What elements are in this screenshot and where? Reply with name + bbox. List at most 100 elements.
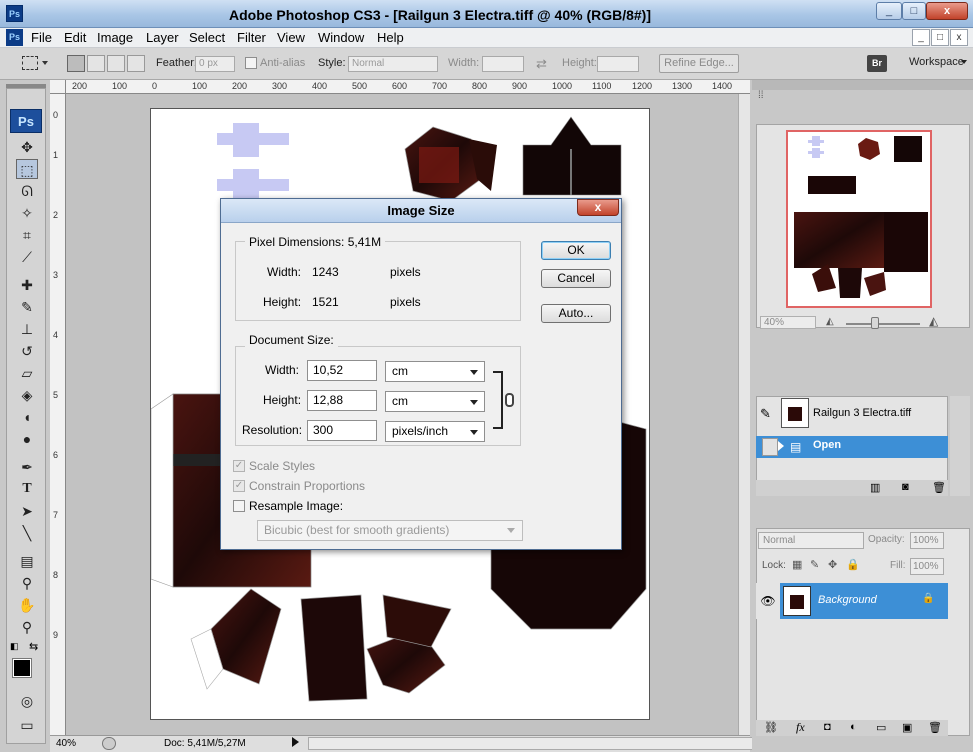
cancel-button[interactable]: Cancel xyxy=(541,269,611,288)
doc-width-input[interactable]: 10,52 xyxy=(307,360,377,381)
auto-button[interactable]: Auto... xyxy=(541,304,611,323)
delete-state-icon[interactable]: 🗑 xyxy=(932,481,946,494)
new-snapshot-icon[interactable]: ◙ xyxy=(902,481,909,493)
clone-stamp-tool-icon[interactable]: ⊥ xyxy=(16,319,38,339)
layer-style-icon[interactable]: fx xyxy=(796,720,805,735)
foreground-color-swatch[interactable] xyxy=(12,658,32,678)
resample-image-checkbox[interactable] xyxy=(233,500,245,512)
dock-grip-icon[interactable]: ⁞⁞ xyxy=(758,90,764,101)
add-selection-icon[interactable] xyxy=(87,55,105,72)
chevron-down-icon[interactable] xyxy=(42,61,48,68)
fill-input[interactable]: 100% xyxy=(910,558,944,575)
snapshot-thumbnail[interactable] xyxy=(781,398,809,428)
close-button[interactable]: x xyxy=(926,2,968,20)
zoom-out-icon[interactable]: ◭ xyxy=(826,316,834,327)
blend-mode-select[interactable]: Normal xyxy=(758,532,864,549)
doc-height-unit-select[interactable]: cm xyxy=(385,391,485,412)
dodge-tool-icon[interactable]: ● xyxy=(16,429,38,449)
marquee-tool-icon[interactable]: ⬚ xyxy=(16,159,38,179)
navigator-zoom-slider[interactable] xyxy=(846,323,920,325)
ok-button[interactable]: OK xyxy=(541,241,611,260)
menu-help[interactable]: Help xyxy=(374,29,407,46)
zoom-tool-icon[interactable]: ⚲ xyxy=(16,617,38,637)
marquee-preset-icon[interactable] xyxy=(22,56,38,70)
zoom-slider-thumb[interactable] xyxy=(871,317,879,329)
layer-thumbnail[interactable] xyxy=(783,586,811,616)
navigator-zoom-field[interactable]: 40% xyxy=(760,316,816,329)
scale-styles-checkbox[interactable]: ✓ xyxy=(233,460,245,472)
crop-tool-icon[interactable]: ⌗ xyxy=(16,225,38,245)
new-layer-icon[interactable]: ▣ xyxy=(902,721,912,734)
lasso-tool-icon[interactable]: ᘏ xyxy=(16,181,38,201)
blur-tool-icon[interactable]: ◖ xyxy=(16,407,38,427)
magic-wand-tool-icon[interactable]: ✧ xyxy=(16,203,38,223)
workspace-menu[interactable]: Workspace xyxy=(909,56,964,68)
bridge-icon[interactable]: Br xyxy=(867,55,887,72)
doc-restore-button[interactable]: □ xyxy=(931,29,949,46)
hand-tool-icon[interactable]: ✋ xyxy=(16,595,38,615)
ruler-origin[interactable] xyxy=(50,80,66,94)
refine-edge-button[interactable]: Refine Edge... xyxy=(659,54,739,73)
pen-tool-icon[interactable]: ✒ xyxy=(16,457,38,477)
link-layers-icon[interactable]: ⛓ xyxy=(764,721,778,734)
layer-mask-icon[interactable]: ◘ xyxy=(824,721,831,733)
history-state-name[interactable]: Open xyxy=(813,439,841,451)
layer-name[interactable]: Background xyxy=(818,594,877,606)
constrain-proportions-checkbox[interactable]: ✓ xyxy=(233,480,245,492)
delete-layer-icon[interactable]: 🗑 xyxy=(928,721,942,734)
horizontal-scrollbar[interactable] xyxy=(308,737,778,750)
swap-icon[interactable]: ⇄ xyxy=(536,56,547,72)
status-menu-arrow-icon[interactable] xyxy=(292,737,304,747)
width-input[interactable] xyxy=(482,56,524,72)
path-selection-tool-icon[interactable]: ➤ xyxy=(16,501,38,521)
type-tool-icon[interactable]: T xyxy=(16,479,38,499)
lock-transparency-icon[interactable]: ▦ xyxy=(792,558,802,571)
paint-bucket-tool-icon[interactable]: ◈ xyxy=(16,385,38,405)
slice-tool-icon[interactable]: ⟋ xyxy=(16,247,38,267)
healing-brush-tool-icon[interactable]: ✚ xyxy=(16,275,38,295)
navigator-preview[interactable] xyxy=(786,130,932,308)
adjustment-layer-icon[interactable]: ◐ xyxy=(850,721,857,733)
eraser-tool-icon[interactable]: ▱ xyxy=(16,363,38,383)
zoom-in-icon[interactable]: ◭ xyxy=(929,314,938,328)
line-tool-icon[interactable]: ╲ xyxy=(16,523,38,543)
menu-view[interactable]: View xyxy=(274,29,308,46)
menu-select[interactable]: Select xyxy=(186,29,228,46)
brush-tool-icon[interactable]: ✎ xyxy=(16,297,38,317)
eyedropper-tool-icon[interactable]: ⚲ xyxy=(16,573,38,593)
doc-minimize-button[interactable]: _ xyxy=(912,29,930,46)
horizontal-ruler[interactable]: 200 100 0 100 200 300 400 500 600 700 80… xyxy=(66,80,750,94)
default-colors-icon[interactable]: ◧ xyxy=(10,641,20,651)
dock-collapse-bar[interactable] xyxy=(752,80,973,90)
new-selection-icon[interactable] xyxy=(67,55,85,72)
move-tool-icon[interactable]: ✥ xyxy=(16,137,38,157)
resolution-input[interactable]: 300 xyxy=(307,420,377,441)
lock-all-icon[interactable]: 🔒 xyxy=(846,558,860,571)
status-options-icon[interactable] xyxy=(102,737,116,750)
lock-pixels-icon[interactable]: ✎ xyxy=(810,558,819,571)
maximize-button[interactable]: □ xyxy=(902,2,926,20)
snapshot-name[interactable]: Railgun 3 Electra.tiff xyxy=(813,407,911,419)
notes-tool-icon[interactable]: ▤ xyxy=(16,551,38,571)
subtract-selection-icon[interactable] xyxy=(107,55,125,72)
opacity-input[interactable]: 100% xyxy=(910,532,944,549)
doc-height-input[interactable]: 12,88 xyxy=(307,390,377,411)
lock-position-icon[interactable]: ✥ xyxy=(828,558,837,571)
vertical-ruler[interactable]: 0 1 2 3 4 5 6 7 8 9 xyxy=(50,94,66,735)
menu-window[interactable]: Window xyxy=(315,29,367,46)
resample-method-select[interactable]: Bicubic (best for smooth gradients) xyxy=(257,520,523,541)
menu-image[interactable]: Image xyxy=(94,29,136,46)
menu-filter[interactable]: Filter xyxy=(234,29,269,46)
status-zoom[interactable]: 40% xyxy=(56,738,76,749)
antialias-checkbox[interactable] xyxy=(245,57,257,69)
feather-input[interactable]: 0 px xyxy=(195,56,235,72)
new-group-icon[interactable]: ▭ xyxy=(876,721,886,734)
screen-mode-icon[interactable]: ▭ xyxy=(16,715,38,735)
menu-layer[interactable]: Layer xyxy=(143,29,182,46)
menu-file[interactable]: File xyxy=(28,29,55,46)
doc-close-button[interactable]: x xyxy=(950,29,968,46)
dialog-titlebar[interactable]: Image Size xyxy=(221,199,621,223)
menu-edit[interactable]: Edit xyxy=(61,29,89,46)
workspace-chevron-icon[interactable] xyxy=(961,60,967,67)
doc-width-unit-select[interactable]: cm xyxy=(385,361,485,382)
